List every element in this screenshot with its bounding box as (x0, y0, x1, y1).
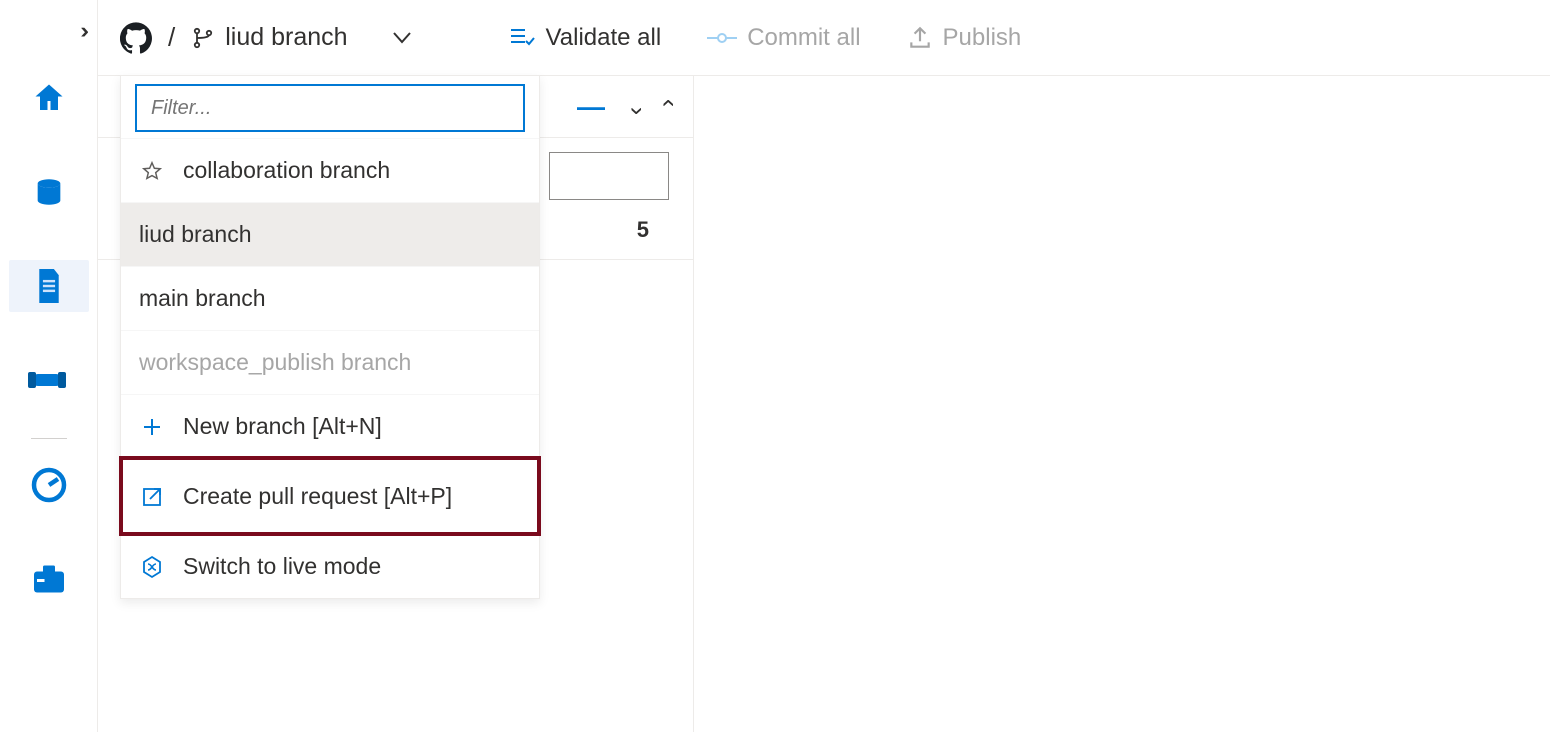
nav-data[interactable] (19, 166, 79, 218)
collaboration-branch-label: collaboration branch (183, 157, 390, 184)
branch-item-workspace-publish-label: workspace_publish branch (139, 349, 411, 376)
validate-icon (508, 26, 536, 50)
branch-icon (191, 26, 215, 50)
rail-divider (31, 438, 67, 439)
pipeline-icon (28, 366, 70, 394)
create-pull-request-item[interactable]: Create pull request [Alt+P] (121, 458, 539, 534)
validate-all-label: Validate all (546, 24, 662, 52)
create-pull-request-label: Create pull request [Alt+P] (183, 483, 452, 510)
branch-item-main-label: main branch (139, 285, 266, 312)
database-icon (32, 175, 66, 209)
plus-icon (139, 415, 165, 439)
branch-item-main[interactable]: main branch (121, 266, 539, 330)
gauge-icon (31, 467, 67, 503)
nav-home[interactable] (19, 72, 79, 124)
nav-integrate[interactable] (19, 354, 79, 406)
branch-selector[interactable]: liud branch (191, 23, 461, 52)
validate-all-button[interactable]: Validate all (508, 24, 662, 52)
resource-count: 5 (637, 217, 649, 243)
commit-all-button[interactable]: Commit all (707, 24, 860, 52)
new-branch-label: New branch [Alt+N] (183, 413, 382, 440)
chevron-down-icon (392, 23, 412, 52)
branch-filter-input[interactable] (135, 84, 525, 132)
left-nav-rail: ›› (0, 0, 98, 732)
collaboration-branch-item[interactable]: collaboration branch (121, 138, 539, 202)
nav-monitor[interactable] (19, 459, 79, 511)
synapse-icon (139, 555, 165, 579)
collapse-icon[interactable]: — (577, 91, 605, 123)
github-icon[interactable] (120, 22, 152, 54)
breadcrumb-separator: / (166, 22, 177, 53)
branch-dropdown: collaboration branch liud branch main br… (120, 75, 540, 599)
switch-live-mode-label: Switch to live mode (183, 553, 381, 580)
publish-button[interactable]: Publish (907, 24, 1022, 52)
publish-label: Publish (943, 24, 1022, 52)
branch-item-liud-label: liud branch (139, 221, 252, 248)
commit-icon (707, 29, 737, 47)
editor-main-area (693, 76, 1550, 732)
new-branch-item[interactable]: New branch [Alt+N] (121, 394, 539, 458)
home-icon (31, 80, 67, 116)
switch-live-mode-item[interactable]: Switch to live mode (121, 534, 539, 598)
document-icon (34, 269, 64, 303)
toolbox-icon (31, 562, 67, 596)
nav-manage[interactable] (19, 553, 79, 605)
commit-all-label: Commit all (747, 24, 860, 52)
publish-icon (907, 25, 933, 51)
external-link-icon (139, 485, 165, 509)
branch-item-workspace-publish[interactable]: workspace_publish branch (121, 330, 539, 394)
nav-develop[interactable] (9, 260, 89, 312)
current-branch-label: liud branch (225, 23, 347, 52)
panel-search-input[interactable] (549, 152, 669, 200)
expand-rail-icon[interactable]: ›› (80, 18, 83, 44)
top-toolbar: / liud branch Validate all Commit all Pu… (98, 0, 1550, 76)
star-icon (139, 160, 165, 182)
branch-item-liud[interactable]: liud branch (121, 202, 539, 266)
